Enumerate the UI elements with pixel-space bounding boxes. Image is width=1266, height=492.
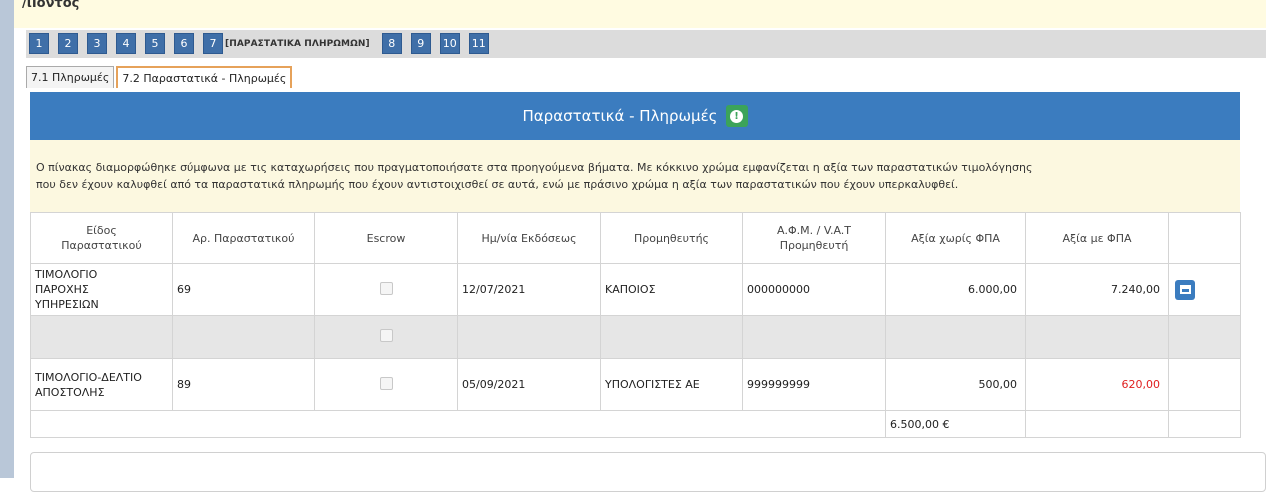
subtab-bar: 7.1 Πληρωμές 7.2 Παραστατικά - Πληρωμές: [26, 64, 294, 88]
notice-line-1: Ο πίνακας διαμορφώθηκε σύμφωνα με τις κα…: [36, 161, 1033, 174]
calendar-icon[interactable]: [1175, 279, 1195, 300]
escrow-checkbox[interactable]: [379, 376, 393, 390]
table-row: [30, 315, 1241, 359]
step-1-button[interactable]: 1: [29, 33, 49, 54]
cell-gross-value: 7.240,00: [1025, 263, 1169, 316]
header-date: Ημ/νία Εκδόσεως: [457, 212, 601, 264]
step-9-button[interactable]: 9: [410, 33, 431, 54]
cell-escrow: [314, 263, 458, 316]
header-afm: Α.Φ.Μ. / V.A.T Προμηθευτή: [742, 212, 886, 264]
cell-type: ΤΙΜΟΛΟΓΙΟ ΠΑΡΟΧΗΣ ΥΠΗΡΕΣΙΩΝ: [30, 263, 173, 316]
documents-payments-panel: Παραστατικά - Πληρωμές ! Ο πίνακας διαμο…: [30, 92, 1241, 440]
info-icon[interactable]: !: [725, 105, 748, 127]
cell-escrow: [314, 358, 458, 411]
cell-number: 69: [172, 263, 315, 316]
left-border-strip: [0, 0, 14, 478]
header-escrow: Escrow: [314, 212, 458, 264]
bottom-section-box: [30, 452, 1266, 492]
step-6-button[interactable]: 6: [174, 33, 194, 54]
step-11-button[interactable]: 11: [468, 33, 489, 54]
header-gross-value: Αξία με ΦΠΑ: [1025, 212, 1169, 264]
documents-table: Είδος Παραστατικού Αρ. Παραστατικού Escro…: [30, 212, 1241, 438]
header-supplier: Προμηθευτής: [600, 212, 743, 264]
step-7-button[interactable]: 7: [203, 33, 223, 54]
notice-line-2: που δεν έχουν καλυφθεί από τα παραστατικ…: [36, 178, 959, 191]
step-4-button[interactable]: 4: [116, 33, 136, 54]
cell-gross-value: 620,00: [1025, 358, 1169, 411]
step-3-button[interactable]: 3: [87, 33, 107, 54]
total-net-value: 6.500,00 €: [885, 410, 1026, 438]
cell-type: ΤΙΜΟΛΟΓΙΟ-ΔΕΛΤΙΟ ΑΠΟΣΤΟΛΗΣ: [30, 358, 173, 411]
table-row: ΤΙΜΟΛΟΓΙΟ ΠΑΡΟΧΗΣ ΥΠΗΡΕΣΙΩΝ 69 12/07/2021 …: [30, 263, 1241, 316]
truncated-label: /ιΙοντος: [22, 0, 80, 11]
step-8-button[interactable]: 8: [381, 33, 402, 54]
panel-title: Παραστατικά - Πληρωμές: [522, 107, 718, 125]
notice-text: Ο πίνακας διαμορφώθηκε σύμφωνα με τις κα…: [30, 140, 1240, 212]
step-2-button[interactable]: 2: [58, 33, 78, 54]
panel-header: Παραστατικά - Πληρωμές !: [30, 92, 1240, 140]
header-net-value: Αξία χωρίς ΦΠΑ: [885, 212, 1026, 264]
escrow-checkbox[interactable]: [379, 281, 393, 295]
cell-afm: 999999999: [742, 358, 886, 411]
cell-net-value: 6.000,00: [885, 263, 1026, 316]
cell-actions: [1168, 263, 1241, 316]
header-type: Είδος Παραστατικού: [30, 212, 173, 264]
tab-documents-payments[interactable]: 7.2 Παραστατικά - Πληρωμές: [116, 66, 293, 88]
cell-supplier: ΥΠΟΛΟΓΙΣΤΕΣ ΑΕ: [600, 358, 743, 411]
cell-date: 12/07/2021: [457, 263, 601, 316]
step-navigation-bar: 1 2 3 4 5 6 7 [ΠΑΡΑΣΤΑΤΙΚΑ ΠΛΗΡΩΜΩΝ] 8 9…: [26, 30, 1266, 58]
top-info-bar: /ιΙοντος: [14, 0, 1266, 28]
table-total-row: 6.500,00 €: [30, 410, 1241, 438]
cell-date: 05/09/2021: [457, 358, 601, 411]
current-step-label: [ΠΑΡΑΣΤΑΤΙΚΑ ΠΛΗΡΩΜΩΝ]: [225, 38, 370, 49]
tab-payments[interactable]: 7.1 Πληρωμές: [26, 66, 115, 88]
header-actions: [1168, 212, 1241, 264]
table-header-row: Είδος Παραστατικού Αρ. Παραστατικού Escro…: [30, 212, 1241, 264]
escrow-checkbox[interactable]: [379, 329, 393, 342]
step-10-button[interactable]: 10: [439, 33, 460, 54]
step-5-button[interactable]: 5: [145, 33, 165, 54]
cell-number: 89: [172, 358, 315, 411]
cell-afm: 000000000: [742, 263, 886, 316]
header-number: Αρ. Παραστατικού: [172, 212, 315, 264]
table-row: ΤΙΜΟΛΟΓΙΟ-ΔΕΛΤΙΟ ΑΠΟΣΤΟΛΗΣ 89 05/09/2021 …: [30, 358, 1241, 411]
cell-supplier: ΚΑΠΟΙΟΣ: [600, 263, 743, 316]
cell-net-value: 500,00: [885, 358, 1026, 411]
